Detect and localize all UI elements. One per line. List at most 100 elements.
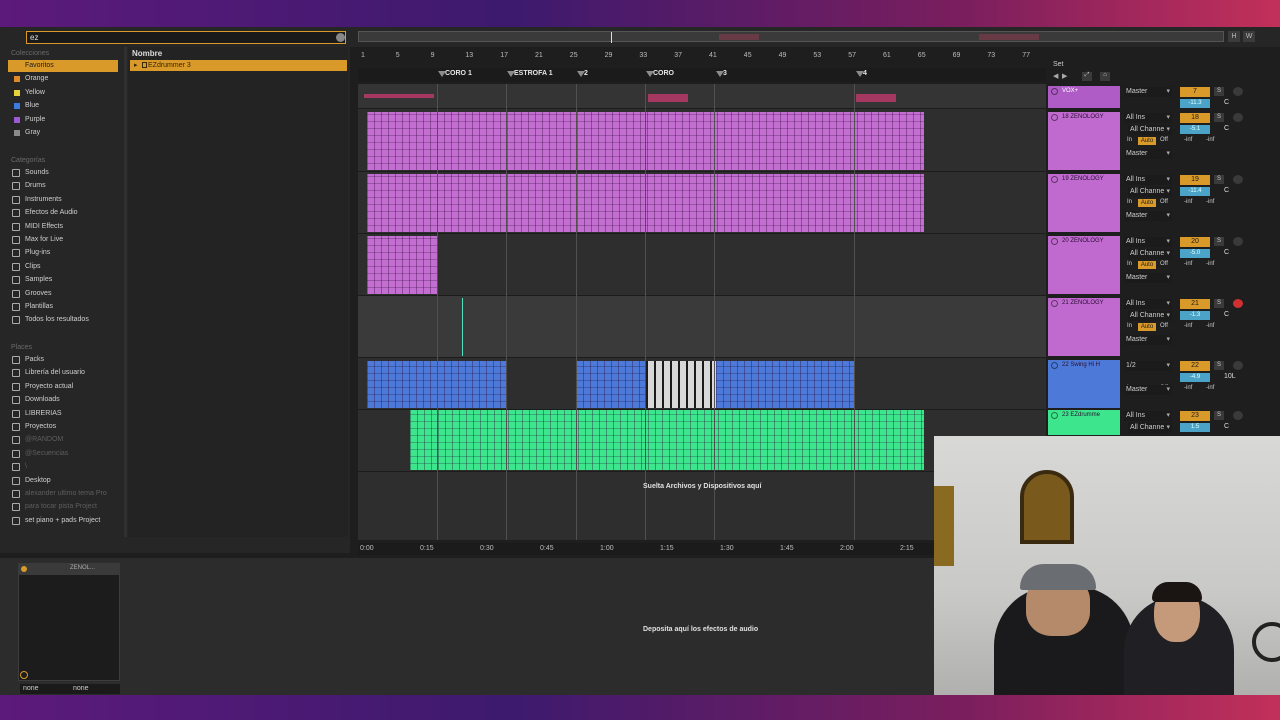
input-type-chooser[interactable]: All Ins — [1124, 237, 1172, 247]
output-dropdown[interactable]: none — [70, 684, 120, 694]
track-header[interactable]: VOX+ — [1048, 86, 1120, 108]
track-lane-19[interactable] — [358, 172, 1046, 234]
place-item[interactable]: Proyectos — [8, 421, 118, 433]
solo-button[interactable]: S — [1214, 411, 1224, 420]
monitor-auto-button[interactable]: Auto — [1138, 261, 1156, 269]
monitor-off-button[interactable]: Off — [1160, 137, 1168, 143]
input-type-chooser[interactable]: All Ins — [1124, 175, 1172, 185]
solo-button[interactable]: S — [1214, 237, 1224, 246]
track-activator[interactable]: 19 — [1180, 175, 1210, 185]
input-channel-chooser[interactable]: All Channe — [1128, 311, 1172, 321]
track-name[interactable]: 23 EZdrumme — [1062, 412, 1100, 418]
device-view[interactable] — [0, 558, 934, 695]
send-b-field[interactable]: -inf — [1206, 323, 1214, 329]
w-toggle-button[interactable]: W — [1243, 31, 1255, 42]
arm-record-icon[interactable] — [1233, 361, 1243, 370]
volume-field[interactable]: -5.0 — [1180, 249, 1210, 258]
next-locator-icon[interactable]: ▶ — [1062, 72, 1067, 80]
solo-button[interactable]: S — [1214, 175, 1224, 184]
solo-button[interactable]: S — [1214, 361, 1224, 370]
collection-item[interactable]: Gray — [8, 127, 118, 139]
input-type-chooser[interactable]: 1/2 — [1124, 361, 1172, 371]
fold-track-icon[interactable] — [1051, 88, 1058, 95]
locator-marker[interactable]: CORO — [646, 70, 674, 77]
monitor-auto-button[interactable]: Auto — [1138, 199, 1156, 207]
output-chooser[interactable]: Master — [1124, 335, 1172, 345]
volume-field[interactable]: -1.3 — [1180, 311, 1210, 320]
fold-track-icon[interactable] — [1051, 176, 1058, 183]
place-item[interactable]: Desktop — [8, 475, 118, 487]
pan-field[interactable]: C — [1224, 249, 1229, 256]
track-lane-18[interactable] — [358, 110, 1046, 172]
monitor-auto-button[interactable]: Auto — [1138, 323, 1156, 331]
midi-clip[interactable] — [367, 236, 437, 294]
solo-button[interactable]: S — [1214, 299, 1224, 308]
track-activator[interactable]: 20 — [1180, 237, 1210, 247]
track-activator[interactable]: 23 — [1180, 411, 1210, 421]
place-item[interactable]: alexander ultimo tema Pro — [8, 488, 118, 500]
collection-item[interactable]: Favoritos — [8, 60, 118, 72]
midi-clip[interactable] — [410, 410, 924, 470]
track-header[interactable]: 19 ZENOLOGY — [1048, 174, 1120, 232]
track-header[interactable]: 22 Swing Hi H — [1048, 360, 1120, 408]
track-lane-22[interactable] — [358, 358, 1046, 410]
place-item[interactable]: \ — [8, 461, 118, 473]
category-item[interactable]: MIDI Effects — [8, 221, 118, 233]
monitor-in-button[interactable]: In — [1127, 261, 1132, 267]
browser-result-item[interactable]: ▸ EZdrummer 3 — [130, 60, 347, 71]
fold-track-icon[interactable] — [1051, 114, 1058, 121]
fold-track-icon[interactable] — [1051, 300, 1058, 307]
track-activator[interactable]: 18 — [1180, 113, 1210, 123]
category-item[interactable]: Drums — [8, 180, 118, 192]
locator-marker[interactable]: 3 — [716, 70, 727, 77]
volume-field[interactable]: -11.3 — [1180, 99, 1210, 108]
monitor-in-button[interactable]: In — [1127, 137, 1132, 143]
category-item[interactable]: Plug-ins — [8, 247, 118, 259]
place-item[interactable]: Packs — [8, 354, 118, 366]
browser-search-input[interactable]: ez — [26, 31, 346, 44]
track-header[interactable]: 20 ZENOLOGY — [1048, 236, 1120, 294]
category-item[interactable]: Instruments — [8, 194, 118, 206]
output-chooser[interactable]: Master — [1124, 385, 1172, 395]
category-item[interactable]: Grooves — [8, 288, 118, 300]
send-b-field[interactable]: -inf — [1206, 199, 1214, 205]
collection-item[interactable]: Purple — [8, 114, 118, 126]
input-channel-chooser[interactable]: All Channe — [1128, 423, 1172, 433]
track-activator[interactable]: 7 — [1180, 87, 1210, 97]
fold-track-icon[interactable] — [1051, 362, 1058, 369]
category-item[interactable]: Efectos de Audio — [8, 207, 118, 219]
arm-record-icon[interactable] — [1233, 237, 1243, 246]
knob-icon[interactable] — [20, 671, 28, 679]
arm-record-icon[interactable] — [1233, 175, 1243, 184]
pan-field[interactable]: C — [1224, 99, 1229, 106]
solo-button[interactable]: S — [1214, 87, 1224, 96]
send-b-field[interactable]: -inf — [1206, 261, 1214, 267]
track-name[interactable]: 19 ZENOLOGY — [1062, 176, 1104, 182]
pan-field[interactable]: 10L — [1224, 373, 1236, 380]
arm-record-icon[interactable] — [1233, 87, 1243, 96]
place-item[interactable]: Proyecto actual — [8, 381, 118, 393]
monitor-off-button[interactable]: Off — [1160, 323, 1168, 329]
track-name[interactable]: VOX+ — [1062, 88, 1078, 94]
track-header[interactable]: 18 ZENOLOGY — [1048, 112, 1120, 170]
fold-track-icon[interactable] — [1051, 412, 1058, 419]
track-header[interactable]: 21 ZENOLOGY — [1048, 298, 1120, 356]
monitor-in-button[interactable]: In — [1127, 323, 1132, 329]
audio-clip-selected[interactable] — [646, 361, 716, 408]
track-lane-20[interactable] — [358, 234, 1046, 296]
track-name[interactable]: 22 Swing Hi H — [1062, 362, 1100, 368]
arrangement-overview[interactable] — [358, 31, 1224, 43]
input-type-chooser[interactable]: Master — [1124, 87, 1172, 97]
monitor-off-button[interactable]: Off — [1160, 261, 1168, 267]
clear-search-icon[interactable] — [336, 33, 345, 42]
send-a-field[interactable]: -inf — [1184, 137, 1192, 143]
bar-ruler[interactable] — [358, 52, 1046, 62]
arm-record-icon[interactable] — [1233, 113, 1243, 122]
audio-clip[interactable] — [576, 361, 646, 408]
solo-button[interactable]: S — [1214, 113, 1224, 122]
input-dropdown[interactable]: none — [20, 684, 70, 694]
monitor-in-button[interactable]: In — [1127, 199, 1132, 205]
volume-field[interactable]: -5.1 — [1180, 125, 1210, 134]
output-chooser[interactable]: Master — [1124, 273, 1172, 283]
locator-marker[interactable]: 2 — [577, 70, 588, 77]
